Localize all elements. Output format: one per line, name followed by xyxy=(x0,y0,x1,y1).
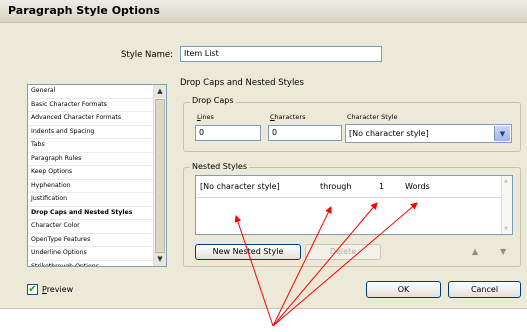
arrow-to-style xyxy=(234,215,274,327)
arrow-group xyxy=(234,202,418,327)
arrow-to-unit xyxy=(272,202,418,327)
arrow-to-scope xyxy=(272,206,332,327)
annotation-arrows xyxy=(234,202,418,327)
arrow-to-count xyxy=(272,202,378,327)
